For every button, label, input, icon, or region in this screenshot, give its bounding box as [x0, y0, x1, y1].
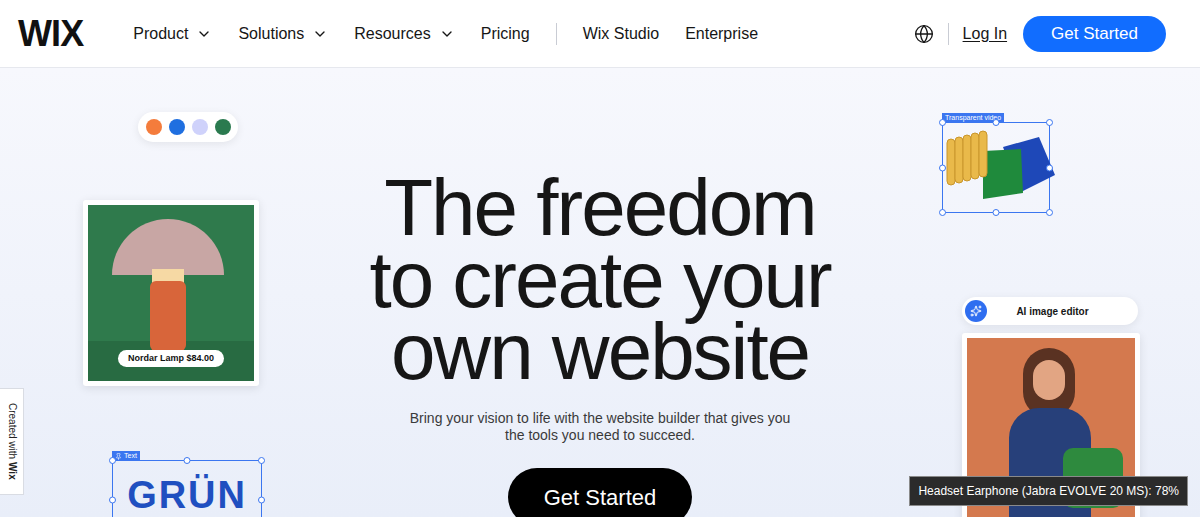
video-element[interactable]: Transparent video — [942, 122, 1050, 213]
nav-item[interactable]: Product — [133, 22, 212, 46]
chevron-down-icon — [439, 26, 455, 42]
chevron-down-icon — [196, 26, 212, 42]
resize-handle[interactable] — [1046, 164, 1053, 171]
3d-shapes-icon — [943, 129, 1059, 209]
header-divider — [948, 23, 949, 45]
resize-handle[interactable] — [1046, 119, 1053, 126]
header-actions: Log In Get Started — [914, 16, 1166, 52]
color-swatches — [138, 112, 238, 142]
resize-handle[interactable] — [939, 119, 946, 126]
nav-item[interactable]: Pricing — [481, 22, 530, 46]
nav-item[interactable]: Wix Studio — [583, 22, 659, 46]
resize-handle[interactable] — [109, 457, 116, 464]
resize-handle[interactable] — [993, 209, 1000, 216]
hero-headline: The freedomto create yourown website — [369, 172, 830, 388]
sparkle-badge — [965, 300, 987, 322]
globe-icon[interactable] — [914, 24, 934, 44]
login-link[interactable]: Log In — [963, 22, 1007, 46]
resize-handle[interactable] — [1046, 209, 1053, 216]
resize-handle[interactable] — [258, 497, 265, 504]
system-tooltip: Headset Earphone (Jabra EVOLVE 20 MS): 7… — [909, 476, 1188, 506]
resize-handle[interactable] — [258, 457, 265, 464]
product-image: Nordar Lamp $84.00 — [88, 205, 254, 381]
wix-logo[interactable]: WIX — [18, 16, 83, 52]
ai-image-editor-pill[interactable]: AI image editor — [962, 297, 1138, 325]
created-with-wix-tab[interactable]: Created withWix — [0, 388, 24, 495]
nav-item[interactable]: Resources — [354, 22, 454, 46]
page: WIX Product Solutions Resources Pricing Wix S… — [0, 0, 1200, 517]
color-swatch[interactable] — [192, 119, 208, 135]
nav-item[interactable]: Enterprise — [685, 22, 758, 46]
hero: The freedomto create yourown website Brin… — [0, 68, 1200, 517]
top-nav: WIX Product Solutions Resources Pricing Wix S… — [0, 0, 1200, 68]
element-label: Text — [112, 451, 140, 461]
product-card: Nordar Lamp $84.00 — [83, 200, 259, 386]
nav-item[interactable]: Solutions — [238, 22, 328, 46]
get-started-button[interactable]: Get Started — [1023, 16, 1166, 52]
resize-handle[interactable] — [939, 209, 946, 216]
resize-handle[interactable] — [184, 457, 191, 464]
resize-handle[interactable] — [109, 497, 116, 504]
hero-get-started-button[interactable]: Get Started — [508, 468, 693, 517]
color-swatch[interactable] — [146, 119, 162, 135]
sparkle-icon — [970, 305, 982, 317]
pin-icon — [115, 453, 122, 460]
resize-handle[interactable] — [939, 164, 946, 171]
hero-subtext: Bring your vision to life with the websi… — [410, 410, 791, 444]
nav-divider — [556, 23, 557, 45]
nav-menu: Product Solutions Resources Pricing Wix Stud… — [133, 22, 758, 46]
resize-handle[interactable] — [993, 119, 1000, 126]
product-price-tag: Nordar Lamp $84.00 — [118, 350, 224, 368]
color-swatch[interactable] — [169, 119, 185, 135]
text-element[interactable]: TextGRÜN — [112, 460, 262, 517]
chevron-down-icon — [312, 26, 328, 42]
color-swatch[interactable] — [215, 119, 231, 135]
